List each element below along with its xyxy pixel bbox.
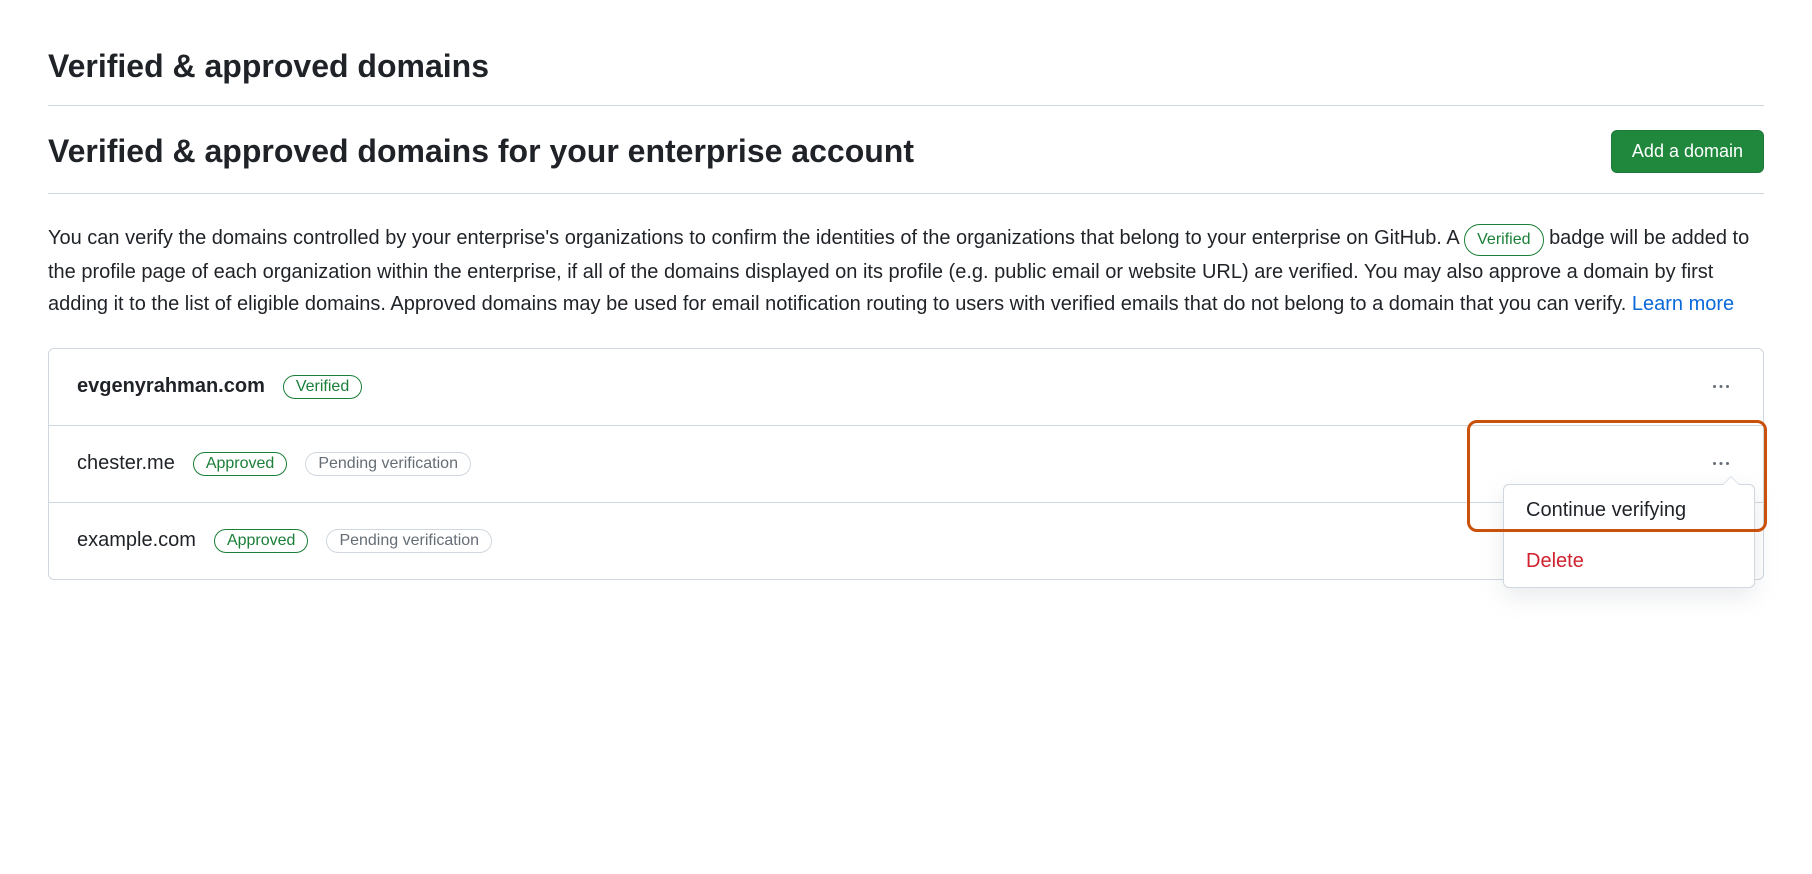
section-header: Verified & approved domains for your ent… bbox=[48, 130, 1764, 194]
status-badge-pending: Pending verification bbox=[305, 452, 471, 476]
domains-list: evgenyrahman.com Verified chester.me App… bbox=[48, 348, 1764, 580]
description-part1: You can verify the domains controlled by… bbox=[48, 227, 1464, 249]
domain-name: chester.me bbox=[77, 452, 175, 475]
verified-badge-inline: Verified bbox=[1464, 224, 1543, 256]
status-badge-approved: Approved bbox=[214, 529, 309, 553]
page-title: Verified & approved domains bbox=[48, 48, 1764, 106]
add-domain-button[interactable]: Add a domain bbox=[1611, 130, 1764, 173]
status-badge-verified: Verified bbox=[283, 375, 362, 399]
domain-name: evgenyrahman.com bbox=[77, 375, 265, 398]
status-badge-approved: Approved bbox=[193, 452, 288, 476]
domain-row: chester.me Approved Pending verification… bbox=[49, 426, 1763, 503]
continue-verifying-menu-item[interactable]: Continue verifying bbox=[1504, 485, 1754, 536]
description-text: You can verify the domains controlled by… bbox=[48, 222, 1764, 320]
learn-more-link[interactable]: Learn more bbox=[1632, 293, 1734, 315]
delete-menu-item[interactable]: Delete bbox=[1504, 536, 1754, 587]
kebab-menu-button[interactable] bbox=[1707, 450, 1735, 478]
status-badge-pending: Pending verification bbox=[326, 529, 492, 553]
domain-row: evgenyrahman.com Verified bbox=[49, 349, 1763, 426]
section-title: Verified & approved domains for your ent… bbox=[48, 133, 914, 170]
kebab-menu-button[interactable] bbox=[1707, 373, 1735, 401]
domain-name: example.com bbox=[77, 529, 196, 552]
domain-actions-dropdown: Continue verifying Delete bbox=[1503, 484, 1755, 588]
